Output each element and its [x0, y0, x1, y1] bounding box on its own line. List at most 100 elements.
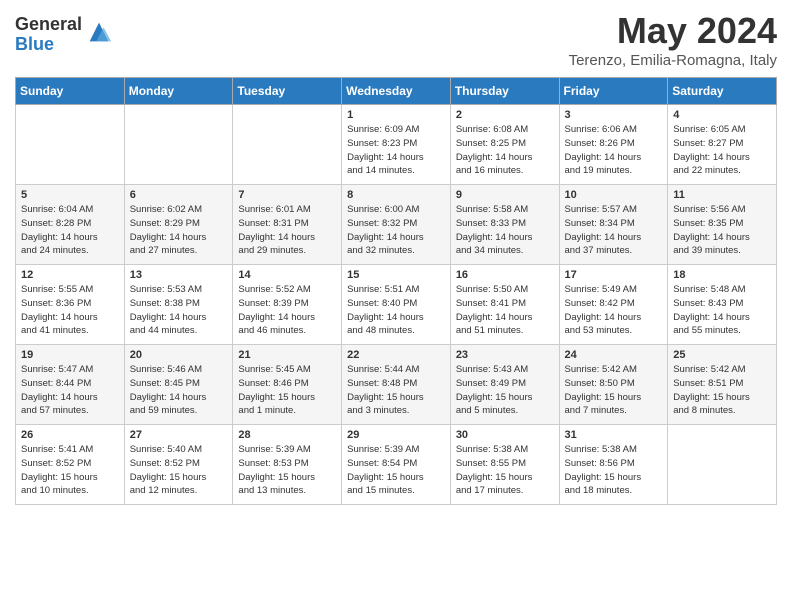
logo-icon [85, 18, 113, 46]
cell-info: Sunrise: 5:42 AM Sunset: 8:51 PM Dayligh… [673, 363, 771, 418]
cell-info: Sunrise: 6:02 AM Sunset: 8:29 PM Dayligh… [130, 203, 228, 258]
cell-info: Sunrise: 6:09 AM Sunset: 8:23 PM Dayligh… [347, 123, 445, 178]
cell-info: Sunrise: 5:39 AM Sunset: 8:53 PM Dayligh… [238, 443, 336, 498]
day-number: 1 [347, 109, 445, 121]
calendar-cell: 23 Sunrise: 5:43 AM Sunset: 8:49 PM Dayli… [450, 345, 559, 425]
day-header-wednesday: Wednesday [342, 78, 451, 105]
calendar-cell: 13 Sunrise: 5:53 AM Sunset: 8:38 PM Dayli… [124, 265, 233, 345]
calendar-cell: 17 Sunrise: 5:49 AM Sunset: 8:42 PM Dayli… [559, 265, 668, 345]
day-number: 27 [130, 429, 228, 441]
day-number: 14 [238, 269, 336, 281]
cell-info: Sunrise: 5:47 AM Sunset: 8:44 PM Dayligh… [21, 363, 119, 418]
cell-info: Sunrise: 5:51 AM Sunset: 8:40 PM Dayligh… [347, 283, 445, 338]
cell-info: Sunrise: 5:39 AM Sunset: 8:54 PM Dayligh… [347, 443, 445, 498]
calendar-cell: 25 Sunrise: 5:42 AM Sunset: 8:51 PM Dayli… [668, 345, 777, 425]
calendar-table: SundayMondayTuesdayWednesdayThursdayFrid… [15, 77, 777, 505]
week-row-3: 12Sunrise: 5:55 AM Sunset: 8:36 PM Dayli… [16, 265, 777, 345]
day-number: 25 [673, 349, 771, 361]
day-number: 6 [130, 189, 228, 201]
calendar-cell: 9 Sunrise: 5:58 AM Sunset: 8:33 PM Daylig… [450, 185, 559, 265]
cell-info: Sunrise: 5:42 AM Sunset: 8:50 PM Dayligh… [565, 363, 663, 418]
day-number: 31 [565, 429, 663, 441]
cell-info: Sunrise: 5:40 AM Sunset: 8:52 PM Dayligh… [130, 443, 228, 498]
day-number: 7 [238, 189, 336, 201]
calendar-cell: 20 Sunrise: 5:46 AM Sunset: 8:45 PM Dayli… [124, 345, 233, 425]
day-number: 15 [347, 269, 445, 281]
day-number: 16 [456, 269, 554, 281]
day-number: 12 [21, 269, 119, 281]
cell-info: Sunrise: 5:49 AM Sunset: 8:42 PM Dayligh… [565, 283, 663, 338]
cell-info: Sunrise: 5:58 AM Sunset: 8:33 PM Dayligh… [456, 203, 554, 258]
day-header-thursday: Thursday [450, 78, 559, 105]
cell-info: Sunrise: 6:08 AM Sunset: 8:25 PM Dayligh… [456, 123, 554, 178]
calendar-cell [16, 105, 125, 185]
week-row-2: 5 Sunrise: 6:04 AM Sunset: 8:28 PM Daylig… [16, 185, 777, 265]
cell-info: Sunrise: 6:00 AM Sunset: 8:32 PM Dayligh… [347, 203, 445, 258]
calendar-cell: 29 Sunrise: 5:39 AM Sunset: 8:54 PM Dayli… [342, 425, 451, 505]
calendar-cell: 10 Sunrise: 5:57 AM Sunset: 8:34 PM Dayli… [559, 185, 668, 265]
calendar-cell: 14 Sunrise: 5:52 AM Sunset: 8:39 PM Dayli… [233, 265, 342, 345]
month-title: May 2024 [569, 10, 777, 52]
calendar-cell: 28 Sunrise: 5:39 AM Sunset: 8:53 PM Dayli… [233, 425, 342, 505]
calendar-cell: 1 Sunrise: 6:09 AM Sunset: 8:23 PM Daylig… [342, 105, 451, 185]
logo: General Blue [15, 15, 113, 55]
cell-info: Sunrise: 5:53 AM Sunset: 8:38 PM Dayligh… [130, 283, 228, 338]
day-number: 2 [456, 109, 554, 121]
calendar-cell: 12Sunrise: 5:55 AM Sunset: 8:36 PM Dayli… [16, 265, 125, 345]
day-number: 28 [238, 429, 336, 441]
day-number: 20 [130, 349, 228, 361]
cell-info: Sunrise: 5:38 AM Sunset: 8:55 PM Dayligh… [456, 443, 554, 498]
cell-info: Sunrise: 6:01 AM Sunset: 8:31 PM Dayligh… [238, 203, 336, 258]
day-number: 29 [347, 429, 445, 441]
calendar-cell: 8 Sunrise: 6:00 AM Sunset: 8:32 PM Daylig… [342, 185, 451, 265]
day-number: 5 [21, 189, 119, 201]
location-title: Terenzo, Emilia-Romagna, Italy [569, 52, 777, 69]
day-header-saturday: Saturday [668, 78, 777, 105]
day-header-monday: Monday [124, 78, 233, 105]
day-number: 17 [565, 269, 663, 281]
day-number: 23 [456, 349, 554, 361]
title-area: May 2024 Terenzo, Emilia-Romagna, Italy [569, 10, 777, 69]
cell-info: Sunrise: 5:46 AM Sunset: 8:45 PM Dayligh… [130, 363, 228, 418]
day-number: 19 [21, 349, 119, 361]
day-number: 24 [565, 349, 663, 361]
calendar-cell: 16 Sunrise: 5:50 AM Sunset: 8:41 PM Dayli… [450, 265, 559, 345]
day-number: 30 [456, 429, 554, 441]
calendar-cell [233, 105, 342, 185]
calendar-cell: 30 Sunrise: 5:38 AM Sunset: 8:55 PM Dayli… [450, 425, 559, 505]
week-row-4: 19 Sunrise: 5:47 AM Sunset: 8:44 PM Dayli… [16, 345, 777, 425]
day-number: 9 [456, 189, 554, 201]
calendar-cell: 7 Sunrise: 6:01 AM Sunset: 8:31 PM Daylig… [233, 185, 342, 265]
calendar-cell: 27 Sunrise: 5:40 AM Sunset: 8:52 PM Dayli… [124, 425, 233, 505]
calendar-cell [668, 425, 777, 505]
day-number: 22 [347, 349, 445, 361]
calendar-cell: 31Sunrise: 5:38 AM Sunset: 8:56 PM Dayli… [559, 425, 668, 505]
calendar-cell: 26Sunrise: 5:41 AM Sunset: 8:52 PM Dayli… [16, 425, 125, 505]
day-header-sunday: Sunday [16, 78, 125, 105]
cell-info: Sunrise: 5:57 AM Sunset: 8:34 PM Dayligh… [565, 203, 663, 258]
day-number: 10 [565, 189, 663, 201]
calendar-cell: 18 Sunrise: 5:48 AM Sunset: 8:43 PM Dayli… [668, 265, 777, 345]
week-row-1: 1 Sunrise: 6:09 AM Sunset: 8:23 PM Daylig… [16, 105, 777, 185]
day-number: 8 [347, 189, 445, 201]
calendar-cell: 6 Sunrise: 6:02 AM Sunset: 8:29 PM Daylig… [124, 185, 233, 265]
cell-info: Sunrise: 5:43 AM Sunset: 8:49 PM Dayligh… [456, 363, 554, 418]
calendar-cell: 2 Sunrise: 6:08 AM Sunset: 8:25 PM Daylig… [450, 105, 559, 185]
cell-info: Sunrise: 6:06 AM Sunset: 8:26 PM Dayligh… [565, 123, 663, 178]
week-row-5: 26Sunrise: 5:41 AM Sunset: 8:52 PM Dayli… [16, 425, 777, 505]
cell-info: Sunrise: 6:04 AM Sunset: 8:28 PM Dayligh… [21, 203, 119, 258]
cell-info: Sunrise: 5:50 AM Sunset: 8:41 PM Dayligh… [456, 283, 554, 338]
day-header-tuesday: Tuesday [233, 78, 342, 105]
cell-info: Sunrise: 5:52 AM Sunset: 8:39 PM Dayligh… [238, 283, 336, 338]
calendar-cell: 21Sunrise: 5:45 AM Sunset: 8:46 PM Dayli… [233, 345, 342, 425]
cell-info: Sunrise: 5:44 AM Sunset: 8:48 PM Dayligh… [347, 363, 445, 418]
calendar-cell: 11Sunrise: 5:56 AM Sunset: 8:35 PM Dayli… [668, 185, 777, 265]
calendar-cell: 5 Sunrise: 6:04 AM Sunset: 8:28 PM Daylig… [16, 185, 125, 265]
day-number: 26 [21, 429, 119, 441]
calendar-cell: 3Sunrise: 6:06 AM Sunset: 8:26 PM Daylig… [559, 105, 668, 185]
day-number: 4 [673, 109, 771, 121]
day-number: 18 [673, 269, 771, 281]
cell-info: Sunrise: 5:48 AM Sunset: 8:43 PM Dayligh… [673, 283, 771, 338]
day-header-friday: Friday [559, 78, 668, 105]
day-number: 13 [130, 269, 228, 281]
